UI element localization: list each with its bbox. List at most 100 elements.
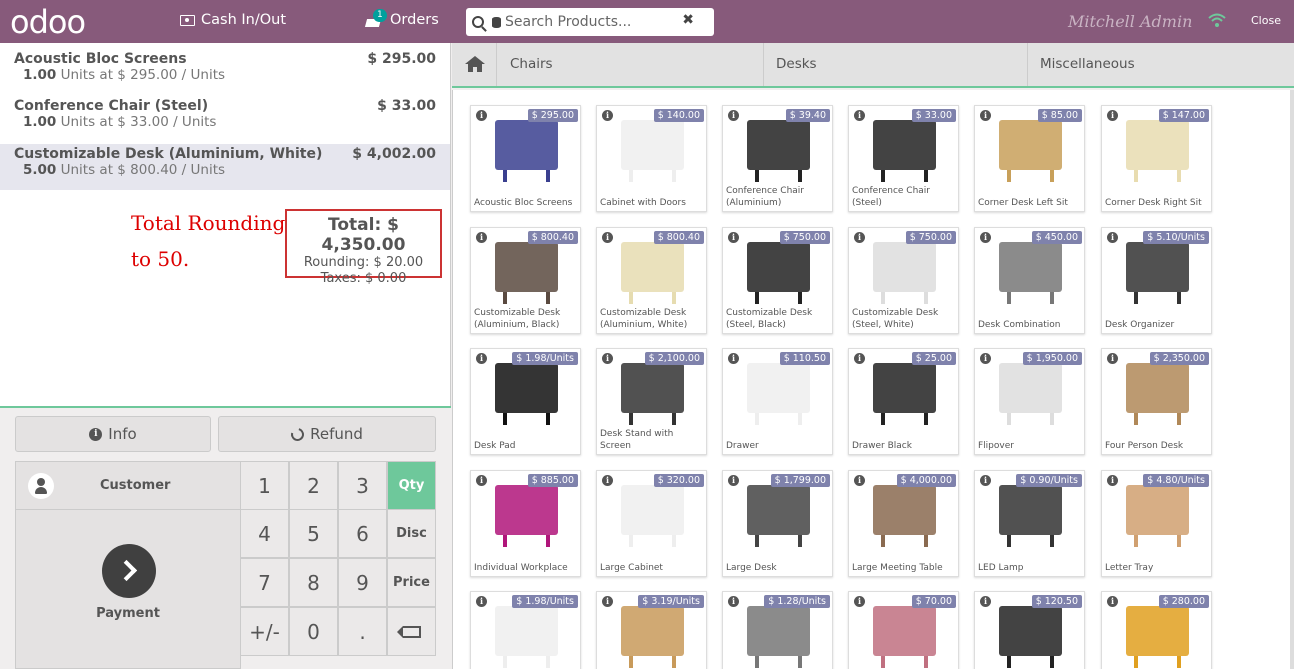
order-line[interactable]: Acoustic Bloc Screens $ 295.00 1.00 Unit… [0,43,450,89]
numpad-key-plus-minus[interactable]: +/- [240,607,289,656]
product-card-item-26[interactable]: i $ 1.28/Units [722,591,833,669]
category-miscellaneous[interactable]: Miscellaneous [1028,43,1294,86]
payment-button[interactable]: Payment [15,509,241,669]
mode-qty-button[interactable]: Qty [387,461,436,510]
product-card-customizable-desk-aluminium-white[interactable]: i $ 800.40 Customizable Desk (Aluminium, W… [596,227,707,334]
product-info-icon[interactable]: i [980,353,991,364]
product-info-icon[interactable]: i [476,475,487,486]
product-price-tag: $ 33.00 [911,109,956,122]
backspace-button[interactable] [387,607,436,656]
product-info-icon[interactable]: i [854,232,865,243]
product-card-item-24[interactable]: i $ 1.98/Units [470,591,581,669]
product-card-conference-chair-steel[interactable]: i $ 33.00 Conference Chair (Steel) [848,105,959,212]
product-card-item-25[interactable]: i $ 3.19/Units [596,591,707,669]
product-card-desk-stand-with-screen[interactable]: i $ 2,100.00 Desk Stand with Screen [596,348,707,455]
product-card-large-meeting-table[interactable]: i $ 4,000.00 Large Meeting Table [848,470,959,577]
search-products-input[interactable] [505,14,685,30]
product-info-icon[interactable]: i [980,475,991,486]
order-line[interactable]: Conference Chair (Steel) $ 33.00 1.00 Un… [0,90,450,136]
home-category-button[interactable] [452,43,497,86]
numpad-key-5[interactable]: 5 [289,509,338,558]
product-info-icon[interactable]: i [854,596,865,607]
numpad-key-7[interactable]: 7 [240,558,289,607]
numpad-key-8[interactable]: 8 [289,558,338,607]
customer-button[interactable]: Customer [15,461,241,510]
product-card-desk-organizer[interactable]: i $ 5.10/Units Desk Organizer [1101,227,1212,334]
order-line-selected[interactable]: Customizable Desk (Aluminium, White) $ 4… [0,144,450,190]
product-info-icon[interactable]: i [476,596,487,607]
product-info-icon[interactable]: i [980,232,991,243]
product-info-icon[interactable]: i [854,110,865,121]
product-card-item-28[interactable]: i $ 120.50 [974,591,1085,669]
product-info-icon[interactable]: i [728,596,739,607]
product-price-tag: $ 147.00 [1158,109,1209,122]
product-card-large-cabinet[interactable]: i $ 320.00 Large Cabinet [596,470,707,577]
product-info-icon[interactable]: i [980,596,991,607]
product-card-customizable-desk-steel-white[interactable]: i $ 750.00 Customizable Desk (Steel, White… [848,227,959,334]
product-info-icon[interactable]: i [602,475,613,486]
product-info-icon[interactable]: i [476,110,487,121]
scrollbar[interactable] [1290,90,1294,669]
numpad-key-9[interactable]: 9 [338,558,387,607]
product-card-customizable-desk-steel-black[interactable]: i $ 750.00 Customizable Desk (Steel, Black… [722,227,833,334]
product-name: Flipover [978,441,1014,451]
product-info-icon[interactable]: i [476,353,487,364]
product-info-icon[interactable]: i [728,475,739,486]
product-info-icon[interactable]: i [854,475,865,486]
product-card-desk-combination[interactable]: i $ 450.00 Desk Combination [974,227,1085,334]
category-chairs[interactable]: Chairs [498,43,764,86]
product-info-icon[interactable]: i [1107,475,1118,486]
product-card-drawer-black[interactable]: i $ 25.00 Drawer Black [848,348,959,455]
product-card-large-desk[interactable]: i $ 1,799.00 Large Desk [722,470,833,577]
product-card-cabinet-with-doors[interactable]: i $ 140.00 Cabinet with Doors [596,105,707,212]
product-info-icon[interactable]: i [728,110,739,121]
numpad-key-1[interactable]: 1 [240,461,289,510]
product-info-icon[interactable]: i [1107,596,1118,607]
info-button[interactable]: i Info [15,416,211,452]
product-info-icon[interactable]: i [602,353,613,364]
product-card-corner-desk-left-sit[interactable]: i $ 85.00 Corner Desk Left Sit [974,105,1085,212]
numpad-key-dot[interactable]: . [338,607,387,656]
product-card-four-person-desk[interactable]: i $ 2,350.00 Four Person Desk [1101,348,1212,455]
product-card-acoustic-bloc-screens[interactable]: i $ 295.00 Acoustic Bloc Screens [470,105,581,212]
product-info-icon[interactable]: i [1107,232,1118,243]
product-card-flipover[interactable]: i $ 1,950.00 Flipover [974,348,1085,455]
product-info-icon[interactable]: i [476,232,487,243]
product-card-led-lamp[interactable]: i $ 0.90/Units LED Lamp [974,470,1085,577]
product-card-customizable-desk-aluminium-black[interactable]: i $ 800.40 Customizable Desk (Aluminium, B… [470,227,581,334]
product-card-drawer[interactable]: i $ 110.50 Drawer [722,348,833,455]
product-info-icon[interactable]: i [602,232,613,243]
numpad-key-6[interactable]: 6 [338,509,387,558]
numpad-key-3[interactable]: 3 [338,461,387,510]
numpad-key-4[interactable]: 4 [240,509,289,558]
product-card-item-29[interactable]: i $ 280.00 [1101,591,1212,669]
product-info-icon[interactable]: i [980,110,991,121]
close-button[interactable]: Close [1251,14,1281,27]
product-card-letter-tray[interactable]: i $ 4.80/Units Letter Tray [1101,470,1212,577]
clear-search-icon[interactable]: ✖ [682,12,694,28]
numpad-key-2[interactable]: 2 [289,461,338,510]
product-info-icon[interactable]: i [602,596,613,607]
search-bar[interactable]: ✖ [466,8,714,36]
product-card-item-27[interactable]: i $ 70.00 [848,591,959,669]
mode-price-button[interactable]: Price [387,558,436,607]
order-line-info: 1.00 Units at $ 295.00 / Units [23,67,226,83]
action-pad: i Info Refund Customer Payment 1 2 3 Qty… [0,406,451,669]
cash-in-out-button[interactable]: Cash In/Out [180,12,286,28]
product-info-icon[interactable]: i [1107,353,1118,364]
product-info-icon[interactable]: i [728,232,739,243]
product-card-desk-pad[interactable]: i $ 1.98/Units Desk Pad [470,348,581,455]
product-screen: Chairs Desks Miscellaneous i $ 295.00 Acou… [452,43,1294,669]
product-card-corner-desk-right-sit[interactable]: i $ 147.00 Corner Desk Right Sit [1101,105,1212,212]
product-name: Corner Desk Right Sit [1105,198,1202,208]
product-info-icon[interactable]: i [854,353,865,364]
product-card-individual-workplace[interactable]: i $ 885.00 Individual Workplace [470,470,581,577]
product-info-icon[interactable]: i [602,110,613,121]
mode-disc-button[interactable]: Disc [387,509,436,558]
category-desks[interactable]: Desks [764,43,1028,86]
numpad-key-0[interactable]: 0 [289,607,338,656]
product-info-icon[interactable]: i [728,353,739,364]
refund-button[interactable]: Refund [218,416,436,452]
product-info-icon[interactable]: i [1107,110,1118,121]
product-card-conference-chair-aluminium[interactable]: i $ 39.40 Conference Chair (Aluminium) [722,105,833,212]
